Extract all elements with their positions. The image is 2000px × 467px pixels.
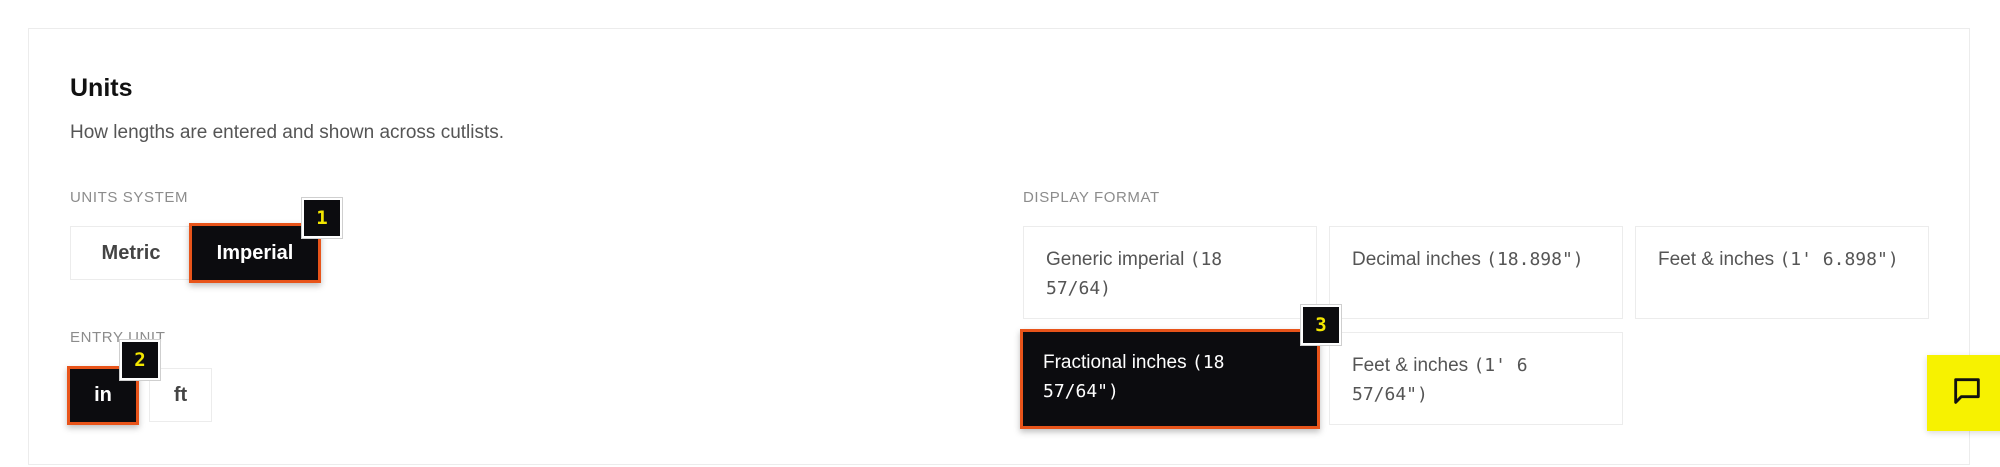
format-name: Decimal inches [1352, 249, 1481, 270]
annotation-badge-2: 2 [120, 340, 160, 380]
units-imperial-label: Imperial [216, 241, 294, 264]
format-example: (1' 6.898") [1779, 249, 1899, 270]
display-format-feet-inches-fractional[interactable]: Feet & inches (1' 6 57/64") [1329, 332, 1623, 425]
display-format-decimal-inches[interactable]: Decimal inches (18.898") [1329, 226, 1623, 319]
display-format-generic-imperial[interactable]: Generic imperial (18 57/64) [1023, 226, 1317, 319]
format-example: (18.898") [1486, 249, 1584, 270]
entry-unit-ft-label: ft [173, 383, 188, 406]
format-name: Fractional inches [1043, 352, 1187, 373]
format-name: Feet & inches [1658, 249, 1775, 270]
entry-unit-in-label: in [94, 384, 112, 406]
annotation-badge-1: 1 [302, 198, 342, 238]
units-system-label: UNITS SYSTEM [70, 189, 189, 206]
units-metric-button[interactable]: Metric [70, 226, 192, 280]
format-name: Generic imperial [1046, 249, 1185, 270]
display-format-label: DISPLAY FORMAT [1023, 189, 1160, 206]
section-subtitle: How lengths are entered and shown across… [70, 122, 505, 143]
display-format-fractional-inches[interactable]: Fractional inches (18 57/64") [1020, 329, 1320, 429]
annotation-badge-3: 3 [1301, 305, 1341, 345]
display-format-feet-inches-decimal[interactable]: Feet & inches (1' 6.898") [1635, 226, 1929, 319]
format-name: Feet & inches [1352, 355, 1469, 376]
section-title: Units [70, 74, 133, 102]
chat-bubble-icon [1950, 374, 1984, 413]
chat-button[interactable] [1927, 355, 2000, 431]
units-metric-label: Metric [101, 241, 161, 264]
